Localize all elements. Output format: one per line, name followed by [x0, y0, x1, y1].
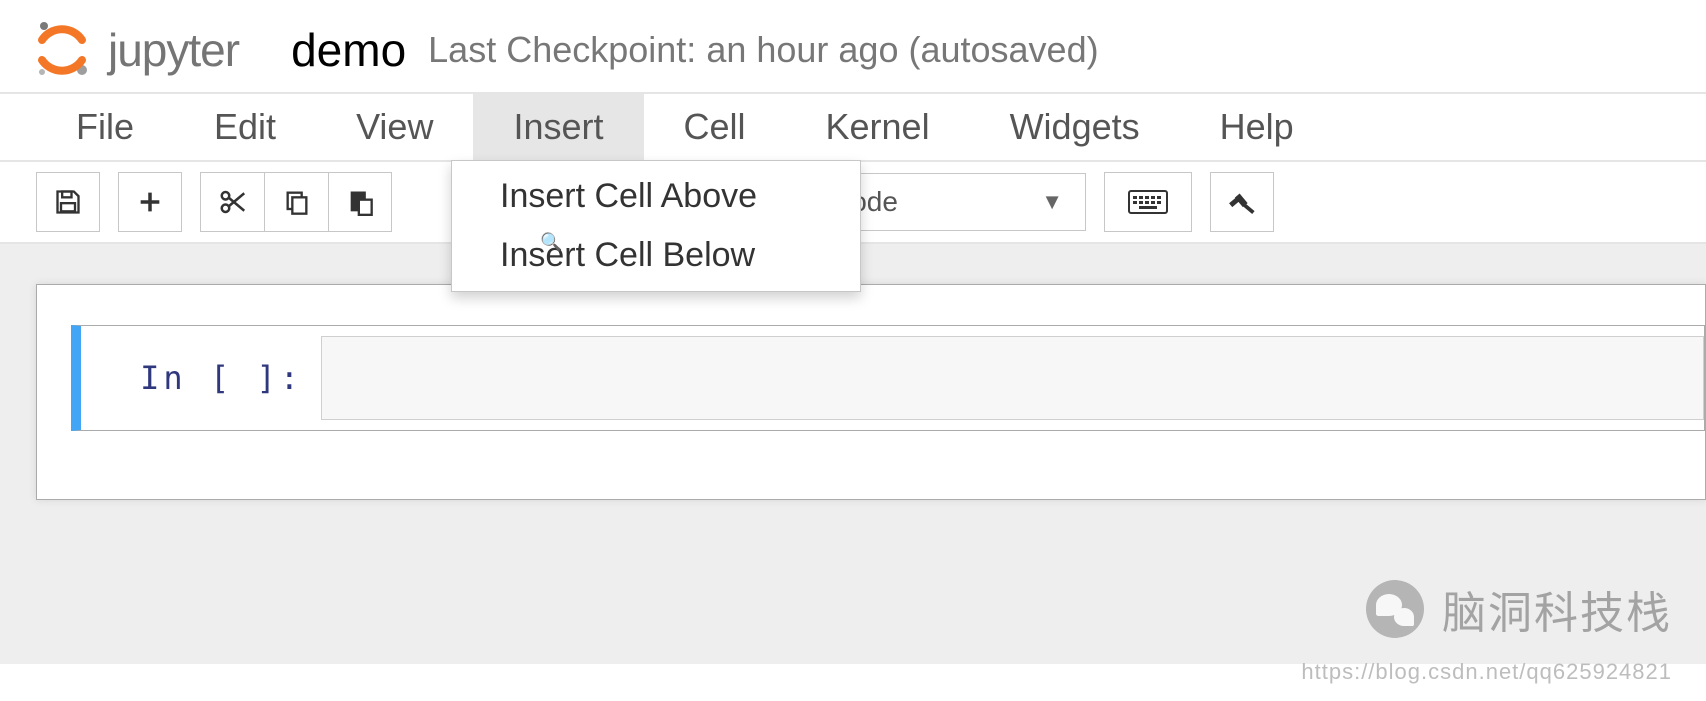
jupyter-logo-text: jupyter: [108, 23, 239, 77]
insert-dropdown: Insert Cell Above Insert Cell Below: [451, 160, 861, 292]
menu-edit[interactable]: Edit: [174, 94, 316, 160]
notebook-container: In [ ]:: [36, 284, 1706, 500]
checkpoint-status: Last Checkpoint: an hour ago (autosaved): [428, 29, 1098, 71]
copy-icon: [283, 188, 311, 216]
watermark: 脑洞科技栈: [1366, 577, 1672, 641]
notebook-name[interactable]: demo: [291, 23, 406, 77]
notebook-header: jupyter demo Last Checkpoint: an hour ag…: [0, 0, 1706, 94]
keyboard-icon: [1128, 190, 1168, 214]
input-prompt: In [ ]:: [81, 326, 321, 430]
cut-button[interactable]: [200, 172, 264, 232]
menu-kernel[interactable]: Kernel: [786, 94, 970, 160]
paste-icon: [346, 188, 374, 216]
watermark-url: https://blog.csdn.net/qq625924821: [1301, 659, 1672, 685]
menu-file[interactable]: File: [36, 94, 174, 160]
command-palette-button[interactable]: [1104, 172, 1192, 232]
scissors-icon: [218, 187, 248, 217]
gavel-button[interactable]: [1210, 172, 1274, 232]
save-button[interactable]: [36, 172, 100, 232]
insert-cell-below[interactable]: Insert Cell Below: [452, 226, 860, 285]
insert-cell-above[interactable]: Insert Cell Above: [452, 167, 860, 226]
add-cell-button[interactable]: [118, 172, 182, 232]
jupyter-logo[interactable]: jupyter: [30, 18, 239, 82]
code-cell[interactable]: In [ ]:: [71, 325, 1705, 431]
paste-button[interactable]: [328, 172, 392, 232]
gavel-icon: [1227, 187, 1257, 217]
menu-cell[interactable]: Cell: [644, 94, 786, 160]
watermark-text: 脑洞科技栈: [1442, 577, 1672, 641]
menu-widgets[interactable]: Widgets: [970, 94, 1180, 160]
jupyter-logo-icon: [30, 18, 94, 82]
plus-icon: [136, 188, 164, 216]
menu-view[interactable]: View: [316, 94, 473, 160]
menubar: File Edit View Insert Cell Kernel Widget…: [0, 94, 1706, 162]
menu-insert[interactable]: Insert: [473, 94, 643, 160]
chevron-down-icon: ▼: [1041, 189, 1063, 215]
save-icon: [54, 188, 82, 216]
code-input-area[interactable]: [321, 336, 1704, 420]
wechat-icon: [1366, 580, 1424, 638]
copy-button[interactable]: [264, 172, 328, 232]
menu-help[interactable]: Help: [1180, 94, 1334, 160]
